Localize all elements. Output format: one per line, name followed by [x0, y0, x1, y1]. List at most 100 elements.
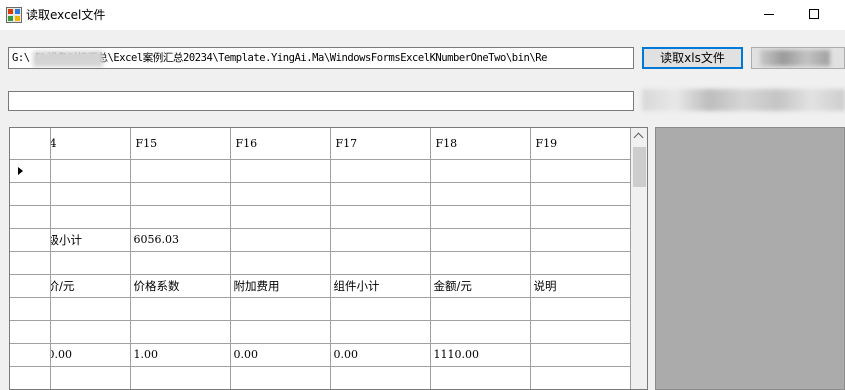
file-path-input[interactable]: G:\ D\设备对接汇总\Excel案例汇总20234\Template.Yin…	[8, 47, 634, 69]
table-cell[interactable]: 级小计	[50, 228, 131, 252]
column-header[interactable]: 4	[50, 128, 131, 160]
table-row[interactable]	[10, 159, 631, 183]
table-cell[interactable]	[50, 159, 131, 183]
table-cell[interactable]: 价/元	[50, 274, 131, 298]
row-header[interactable]	[10, 182, 51, 206]
table-cell[interactable]	[530, 366, 631, 389]
column-header[interactable]: F15	[130, 128, 231, 160]
table-row[interactable]	[10, 366, 631, 389]
table-cell[interactable]	[430, 205, 531, 229]
table-cell[interactable]	[330, 366, 431, 389]
table-cell[interactable]	[330, 205, 431, 229]
secondary-button[interactable]	[751, 47, 845, 69]
table-cell[interactable]	[230, 159, 331, 183]
table-cell[interactable]	[430, 228, 531, 252]
table-cell[interactable]	[430, 297, 531, 321]
table-row[interactable]	[10, 320, 631, 344]
table-cell[interactable]	[130, 366, 231, 389]
maximize-button[interactable]	[792, 0, 838, 30]
table-row[interactable]	[10, 182, 631, 206]
table-row[interactable]	[10, 205, 631, 229]
table-cell[interactable]	[130, 320, 231, 344]
vertical-scrollbar[interactable]	[631, 128, 647, 389]
table-cell[interactable]: 说明	[530, 274, 631, 298]
table-cell[interactable]	[230, 228, 331, 252]
table-cell[interactable]: 0.00	[230, 343, 331, 367]
table-cell[interactable]	[530, 182, 631, 206]
table-cell[interactable]: 1.00	[130, 343, 231, 367]
table-cell[interactable]	[230, 297, 331, 321]
table-cell[interactable]	[530, 343, 631, 367]
table-cell[interactable]	[530, 205, 631, 229]
table-cell[interactable]	[130, 205, 231, 229]
column-header[interactable]: F17	[330, 128, 431, 160]
column-header[interactable]: F19	[530, 128, 631, 160]
table-row[interactable]	[10, 297, 631, 321]
scroll-up-icon[interactable]	[631, 128, 647, 145]
table-cell[interactable]	[230, 366, 331, 389]
column-header[interactable]: F18	[430, 128, 531, 160]
table-cell[interactable]	[230, 182, 331, 206]
table-cell[interactable]: 附加费用	[230, 274, 331, 298]
row-header[interactable]	[10, 228, 51, 252]
table-cell[interactable]	[130, 251, 231, 275]
table-cell[interactable]	[50, 251, 131, 275]
table-cell[interactable]	[530, 297, 631, 321]
row-header[interactable]	[10, 320, 51, 344]
table-cell[interactable]: 组件小计	[330, 274, 431, 298]
table-cell[interactable]	[530, 320, 631, 344]
title-bar: 读取excel文件	[0, 0, 845, 30]
table-cell[interactable]	[50, 366, 131, 389]
table-cell[interactable]	[530, 251, 631, 275]
table-cell[interactable]	[50, 297, 131, 321]
table-cell[interactable]	[130, 297, 231, 321]
preview-panel	[655, 127, 845, 390]
table-cell[interactable]: 价格系数	[130, 274, 231, 298]
window-title: 读取excel文件	[26, 8, 106, 22]
table-cell[interactable]	[50, 205, 131, 229]
table-cell[interactable]	[230, 251, 331, 275]
column-header[interactable]: F16	[230, 128, 331, 160]
table-cell[interactable]	[50, 320, 131, 344]
table-row[interactable]	[10, 251, 631, 275]
table-cell[interactable]	[330, 251, 431, 275]
table-cell[interactable]: 6056.03	[130, 228, 231, 252]
table-cell[interactable]	[330, 159, 431, 183]
minimize-button[interactable]	[746, 0, 792, 30]
table-cell[interactable]	[50, 182, 131, 206]
table-row[interactable]: 价/元 价格系数 附加费用 组件小计 金额/元 说明	[10, 274, 631, 298]
row-header[interactable]	[10, 159, 51, 183]
data-grid[interactable]: 4 F15 F16 F17 F18 F19 级小计 6056.03 价/元 价格系数附…	[9, 127, 648, 390]
row-header[interactable]	[10, 251, 51, 275]
app-icon	[6, 7, 22, 23]
read-xls-button[interactable]: 读取xls文件	[642, 47, 743, 69]
table-cell[interactable]	[330, 297, 431, 321]
table-cell[interactable]	[530, 228, 631, 252]
row-header[interactable]	[10, 366, 51, 389]
table-cell[interactable]	[230, 320, 331, 344]
table-cell[interactable]	[430, 182, 531, 206]
table-cell[interactable]	[130, 182, 231, 206]
table-cell[interactable]	[430, 251, 531, 275]
table-cell[interactable]	[330, 320, 431, 344]
row-header[interactable]	[10, 274, 51, 298]
row-header[interactable]	[10, 343, 51, 367]
table-row[interactable]: 0.001.000.000.001110.00	[10, 343, 631, 367]
table-cell[interactable]: 0.00	[330, 343, 431, 367]
table-cell[interactable]	[430, 320, 531, 344]
table-cell[interactable]	[430, 159, 531, 183]
table-cell[interactable]	[430, 366, 531, 389]
table-cell[interactable]: 1110.00	[430, 343, 531, 367]
table-cell[interactable]: 0.00	[50, 343, 131, 367]
table-cell[interactable]	[330, 182, 431, 206]
table-cell[interactable]	[330, 228, 431, 252]
table-cell[interactable]	[530, 159, 631, 183]
table-cell[interactable]	[130, 159, 231, 183]
scroll-thumb[interactable]	[633, 147, 646, 187]
table-cell[interactable]: 金额/元	[430, 274, 531, 298]
row-header[interactable]	[10, 205, 51, 229]
status-input[interactable]	[8, 91, 634, 111]
table-cell[interactable]	[230, 205, 331, 229]
row-header[interactable]	[10, 297, 51, 321]
table-row[interactable]: 级小计 6056.03	[10, 228, 631, 252]
